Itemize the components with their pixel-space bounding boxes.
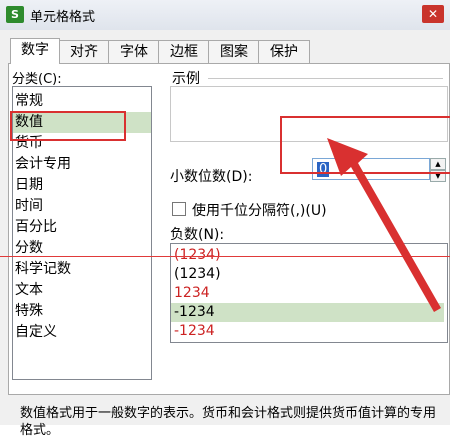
annotation-arrow-icon <box>327 138 441 312</box>
tab-number[interactable]: 数字 <box>10 38 60 64</box>
